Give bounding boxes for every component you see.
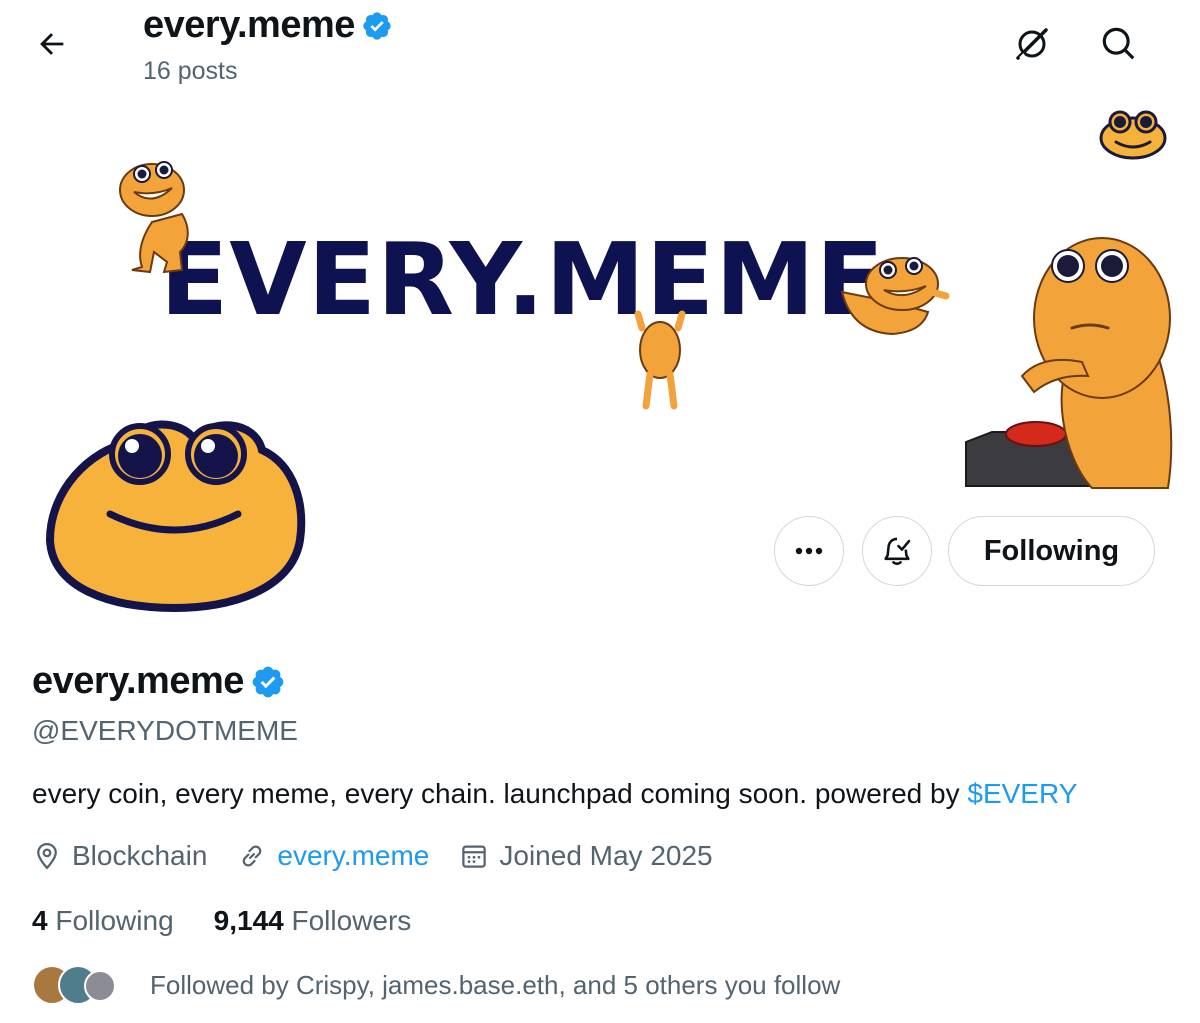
profile-bio: every coin, every meme, every chain. lau…: [32, 778, 1077, 810]
grok-button[interactable]: [1008, 20, 1056, 68]
frog-mascot-button-image: [965, 237, 1173, 489]
profile-handle: @EVERYDOTMEME: [32, 715, 298, 746]
avatar: [84, 970, 116, 1002]
following-stat-link[interactable]: 4 Following: [32, 905, 174, 937]
profile-stats: 4 Following 9,144 Followers: [32, 905, 451, 937]
profile-meta: Blockchain every.meme Joined May 2025: [32, 840, 743, 872]
followed-by-avatars: [32, 960, 132, 1010]
frog-mascot-hanging-image: [634, 310, 686, 410]
frog-mascot-sitting-image: [119, 161, 189, 274]
back-button[interactable]: [30, 22, 74, 66]
bell-icon: [884, 537, 911, 566]
following-count: 4: [32, 905, 48, 936]
profile-name: every.meme: [32, 660, 286, 703]
posts-count: 16 posts: [143, 57, 238, 85]
verified-badge-icon[interactable]: [250, 664, 286, 700]
banner-title: EVERY.MEME: [160, 221, 886, 338]
header-title-text: every.meme: [143, 4, 355, 46]
followers-count: 9,144: [213, 905, 284, 936]
calendar-icon: [462, 845, 487, 868]
followers-stat-link[interactable]: 9,144 Followers: [214, 905, 412, 937]
grok-icon: [1016, 28, 1048, 60]
profile-website: every.meme: [237, 840, 429, 872]
profile-location: Blockchain: [32, 840, 207, 872]
notifications-button[interactable]: [862, 516, 932, 586]
top-bar: every.meme 16 posts: [0, 0, 1200, 100]
followed-by-text: Followed by Crispy, james.base.eth, and …: [150, 969, 841, 1000]
search-button[interactable]: [1095, 20, 1143, 68]
search-icon: [1102, 27, 1135, 60]
profile-name-text: every.meme: [32, 660, 244, 702]
frog-mascot-lying-image: [840, 257, 950, 336]
following-stat-label: Following: [55, 905, 174, 936]
more-icon: [795, 547, 823, 555]
followed-by-row[interactable]: Followed by Crispy, james.base.eth, and …: [32, 960, 840, 1010]
location-text: Blockchain: [72, 840, 208, 871]
followers-stat-label: Followers: [291, 905, 412, 936]
header-title: every.meme: [143, 4, 393, 47]
profile-avatar[interactable]: [30, 410, 320, 620]
link-icon: [243, 845, 262, 867]
joined-text: Joined May 2025: [499, 840, 713, 871]
more-options-button[interactable]: [774, 516, 844, 586]
bio-text: every coin, every meme, every chain. lau…: [32, 778, 968, 809]
website-link[interactable]: every.meme: [277, 840, 429, 872]
following-button[interactable]: Following: [948, 516, 1155, 586]
frog-face-small-image: [1099, 110, 1167, 160]
arrow-left-icon: [40, 33, 64, 55]
verified-badge-icon: [363, 11, 391, 40]
profile-joined: Joined May 2025: [459, 840, 713, 872]
location-pin-icon: [37, 842, 57, 870]
bio-cashtag-link[interactable]: $EVERY: [967, 778, 1077, 809]
header-title-block: every.meme 16 posts: [143, 4, 393, 86]
